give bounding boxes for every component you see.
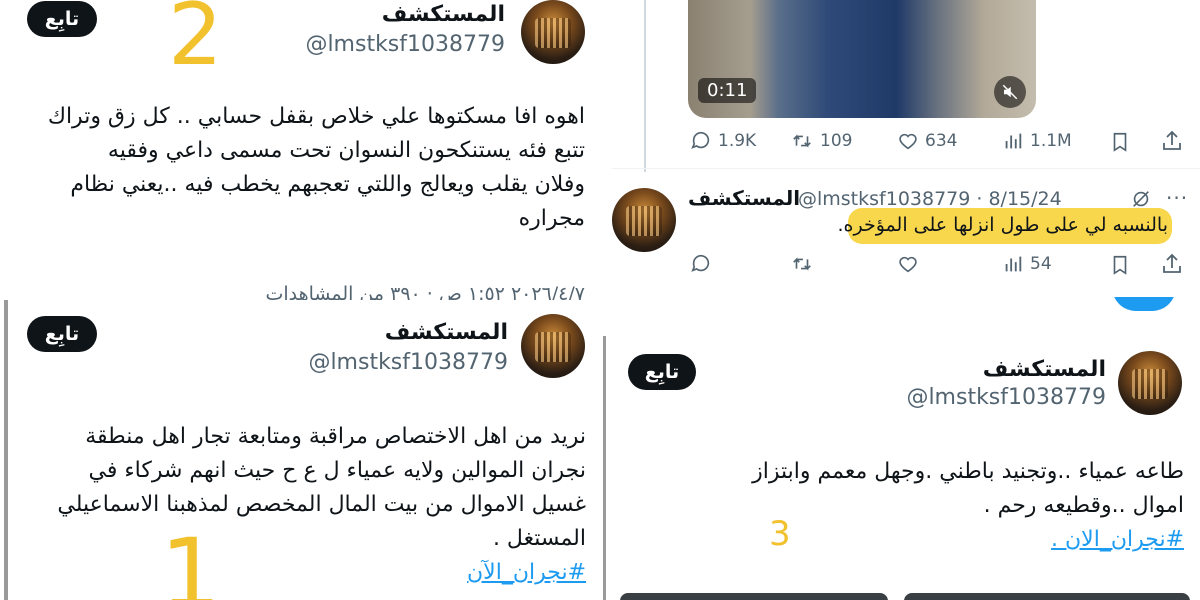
video-time: 0:11 [698, 78, 757, 103]
bookmark-icon[interactable] [1109, 130, 1131, 158]
more-icon[interactable]: ··· [1166, 186, 1188, 210]
avatar[interactable] [521, 0, 585, 64]
avatar[interactable] [1118, 351, 1182, 415]
text-line: اهوه افا مسكتوها علي خلاص بقفل حسابي .. … [47, 104, 585, 129]
repost-count: 109 [820, 131, 853, 151]
reply-name[interactable]: المستكشف [688, 186, 800, 210]
repost-icon[interactable] [790, 253, 814, 279]
text-line: تتبع فئه يستنكحون النسوان تحت مسمى داعي … [107, 138, 585, 163]
like-count: 634 [925, 131, 958, 151]
reply-handle-date[interactable]: @lmstksf1038779 · 8/15/24 [798, 188, 1062, 210]
display-name[interactable]: المستكشف [385, 320, 508, 345]
user-handle[interactable]: @lmstksf1038779 [308, 350, 508, 375]
display-name[interactable]: المستكشف [382, 2, 505, 27]
user-handle[interactable]: @lmstksf1038779 [305, 32, 505, 57]
background-strip [612, 297, 1200, 327]
text-line: غسيل الاموال من بيت المال المخصص لمذهبنا… [57, 492, 586, 517]
views-count: 1.1M [1030, 131, 1072, 151]
tweet-text: اهوه افا مسكتوها علي خلاص بقفل حسابي .. … [5, 100, 585, 236]
video-player[interactable]: 0:11 [688, 0, 1036, 118]
reply-text: بالنسبه لي على طول انزلها على المؤخره. [837, 214, 1168, 236]
right-border [603, 336, 606, 600]
avatar[interactable] [521, 314, 585, 378]
text-line: اموال ..وقطيعه رحم . [983, 493, 1184, 518]
label-number-1: 1 [160, 518, 222, 600]
share-icon[interactable] [1160, 251, 1184, 281]
media-preview-left[interactable] [620, 593, 888, 600]
like-metric[interactable]: 634 [897, 130, 957, 152]
divider [612, 168, 1200, 169]
repost-metric[interactable]: 109 [790, 130, 852, 152]
analytics-icon [1005, 256, 1022, 272]
tweet-card-top-left: تابِع 2 المستكشف @lmstksf1038779 اهوه اف… [0, 0, 605, 300]
hashtag-link[interactable]: #نجران_الآن [6, 556, 586, 590]
analytics-icon [1005, 133, 1022, 149]
label-number-2: 2 [168, 0, 223, 85]
reply-views-count: 54 [1030, 254, 1052, 274]
reply-metric[interactable]: 1.9K [690, 130, 756, 152]
heart-icon[interactable] [897, 253, 919, 279]
repost-icon [793, 134, 811, 148]
reply-views-metric[interactable]: 54 [1002, 253, 1052, 275]
text-line: طاعه عمياء ..وتجنيد باطني .وجهل معمم واب… [752, 459, 1184, 484]
follow-button[interactable]: تابِع [628, 354, 696, 390]
views-metric[interactable]: 1.1M [1002, 130, 1072, 152]
label-number-3: 3 [769, 514, 791, 554]
mute-icon[interactable] [994, 76, 1026, 108]
bookmark-icon[interactable] [1109, 253, 1131, 281]
tweet-text: طاعه عمياء ..وتجنيد باطني .وجهل معمم واب… [624, 455, 1184, 557]
text-line: نريد من اهل الاختصاص مراقبة ومتابعة تجار… [85, 424, 586, 449]
reply-icon [691, 131, 710, 149]
divider [644, 0, 646, 172]
text-line: مجراره [518, 206, 585, 231]
tweet-card-top-right: 0:11 1.9K 109 634 1.1M المستكشف @lmstksf… [612, 0, 1200, 297]
hashtag-link[interactable]: #نجران_الان . [624, 523, 1184, 557]
user-handle[interactable]: @lmstksf1038779 [906, 385, 1106, 410]
follow-button[interactable]: تابِع [27, 316, 97, 352]
timestamp-views: ٢٠٢٦/٤/٧ ‏١:٥٢ ص · ٣٩٠ من المشاهدات [265, 283, 585, 300]
reply-avatar[interactable] [612, 188, 676, 252]
text-line: نجران الموالين ولايه عمياء ل ع ح حيث انه… [88, 458, 586, 483]
reply-icon[interactable] [690, 253, 712, 279]
heart-icon [899, 133, 917, 150]
text-line: وفلان يقلب ويعالج واللتي تعجبهم يخطب فيه… [70, 172, 585, 197]
tweet-card-bottom-left: تابِع المستكشف @lmstksf1038779 نريد من ا… [0, 300, 608, 600]
display-name[interactable]: المستكشف [983, 357, 1106, 382]
media-preview-right[interactable] [904, 593, 1190, 600]
follow-button[interactable]: تابِع [27, 1, 97, 37]
tweet-text: نريد من اهل الاختصاص مراقبة ومتابعة تجار… [6, 420, 586, 590]
reply-count: 1.9K [718, 131, 757, 151]
share-icon[interactable] [1160, 128, 1184, 158]
tweet-card-bottom-right: تابِع المستكشف @lmstksf1038779 طاعه عميا… [612, 297, 1200, 600]
text-line: المستغل . [492, 526, 586, 551]
